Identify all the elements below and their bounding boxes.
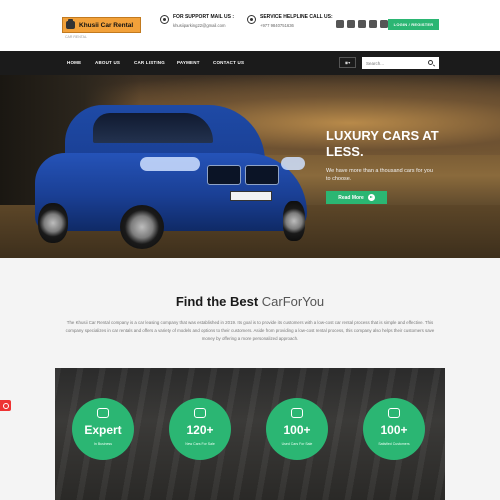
nav-item-home[interactable]: HOME (67, 60, 81, 65)
car-headlight (281, 157, 305, 170)
twitter-icon[interactable] (347, 20, 355, 28)
phone-icon (247, 15, 256, 24)
google-plus-icon[interactable] (369, 20, 377, 28)
site-logo[interactable]: Khusii Car Rental (62, 17, 141, 33)
stat-label: Used Cars For Sale (281, 442, 313, 446)
login-register-button[interactable]: LOGIN / REGISTER (388, 19, 439, 30)
stat-value: 100+ (380, 423, 408, 437)
car-wheel (283, 201, 305, 241)
stat-label: Satisfied Customers (378, 442, 410, 446)
stat-label: New Cars For Sale (185, 442, 215, 446)
helpline-value[interactable]: +977 9840751636 (260, 23, 333, 28)
nav-item-contact-us[interactable]: CONTACT US (213, 60, 244, 65)
arrow-right-icon (367, 194, 375, 201)
globe-icon: ◉▾ (344, 60, 351, 65)
section-title-bold: Find the Best (175, 294, 259, 309)
language-dropdown[interactable]: ◉▾ (339, 57, 356, 68)
car-logo-icon (66, 19, 75, 29)
instagram-icon[interactable] (380, 20, 388, 28)
support-mail: FOR SUPPORT MAIL US : khusiiparking22@gm… (160, 14, 234, 28)
car-headlight (140, 157, 200, 171)
helpline-label: SERVICE HELPLINE CALL US: (260, 14, 333, 20)
nav-item-payment[interactable]: PAYMENT (177, 60, 200, 65)
hero-title: LUXURY CARS AT LESS. (326, 128, 439, 159)
main-navigation: HOME ABOUT US CAR LISTING PAYMENT CONTAC… (0, 51, 500, 75)
car-icon (291, 408, 303, 418)
car-window (93, 113, 213, 143)
hero-subtitle: We have more than a thousand cars for yo… (326, 168, 433, 183)
calendar-icon (97, 408, 109, 418)
stat-value: 100+ (283, 423, 311, 437)
about-description: The Khusii Car Rental company is a car l… (65, 320, 435, 342)
car-grille (207, 165, 279, 185)
stat-label: In Business (93, 442, 113, 446)
helpline: SERVICE HELPLINE CALL US: +977 984075163… (247, 14, 333, 28)
mail-icon (160, 15, 169, 24)
stat-experience: Expert In Business (72, 398, 134, 460)
stat-value: Expert (84, 423, 122, 437)
stat-new-cars: 120+ New Cars For Sale (169, 398, 231, 460)
nav-item-car-listing[interactable]: CAR LISTING (134, 60, 165, 65)
car-icon (194, 408, 206, 418)
stat-customers: 100+ Satisfied Customers (363, 398, 425, 460)
facebook-icon[interactable] (336, 20, 344, 28)
support-mail-label: FOR SUPPORT MAIL US : (173, 14, 235, 20)
logo-text: Khusii Car Rental (79, 21, 134, 29)
support-mail-value[interactable]: khusiiparking22@gmail.com (173, 23, 234, 28)
social-links (336, 20, 388, 28)
about-section: Find the Best CarForYou The Khusii Car R… (0, 258, 500, 500)
car-wheel (120, 205, 164, 249)
logo-tagline: CAR RENTAL (65, 35, 87, 39)
stat-used-cars: 100+ Used Cars For Sale (266, 398, 328, 460)
nav-item-about-us[interactable]: ABOUT US (95, 60, 120, 65)
car-wheel (38, 203, 68, 243)
stats-panel: Expert In Business 120+ New Cars For Sal… (55, 368, 445, 500)
settings-toggle[interactable] (0, 400, 11, 411)
read-more-button[interactable]: Read More (326, 191, 387, 204)
hero-car-image (35, 105, 309, 253)
read-more-label: Read More (338, 194, 364, 201)
user-icon (388, 408, 400, 418)
search-icon[interactable] (428, 60, 433, 65)
top-header: Khusii Car Rental CAR RENTAL FOR SUPPORT… (0, 0, 500, 50)
stat-value: 120+ (186, 423, 214, 437)
car-plate (230, 191, 272, 201)
linkedin-icon[interactable] (358, 20, 366, 28)
section-title-light: CarForYou (261, 294, 325, 309)
section-title: Find the Best CarForYou (0, 294, 500, 309)
